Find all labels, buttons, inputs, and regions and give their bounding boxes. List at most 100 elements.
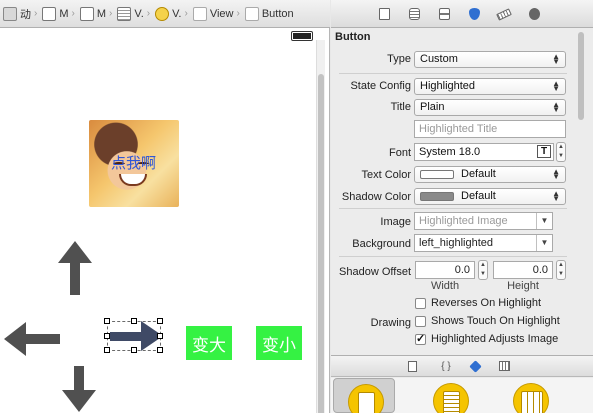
media-library-tab[interactable] xyxy=(499,361,511,373)
font-size-stepper[interactable]: ▲ ▼ xyxy=(556,142,566,162)
breadcrumb-label: M xyxy=(59,7,69,20)
object-library-tab[interactable] xyxy=(469,360,482,373)
shadow-offset-height-field[interactable]: 0.0 xyxy=(493,261,553,279)
font-field[interactable]: System 18.0 T xyxy=(414,143,554,161)
chevron-down-icon[interactable]: ▼ xyxy=(536,235,552,251)
utilities-inspector: Button Type Custom ▲ ▼ State Config Highl… xyxy=(331,0,593,413)
image-combo[interactable]: Highlighted Image ▼ xyxy=(414,212,553,230)
scrollbar-thumb[interactable] xyxy=(318,74,324,413)
attributes-inspector-tab[interactable] xyxy=(467,7,481,21)
object-library-grid xyxy=(331,378,593,413)
scene-icon xyxy=(155,6,170,21)
checkbox-box[interactable] xyxy=(415,297,426,309)
state-config-popup[interactable]: Highlighted ▲ ▼ xyxy=(414,78,566,95)
resize-handle[interactable] xyxy=(131,318,137,324)
folder-icon xyxy=(3,6,17,21)
chevron-down-icon[interactable]: ▼ xyxy=(536,213,552,229)
resize-handle[interactable] xyxy=(157,318,163,324)
quick-help-tab[interactable] xyxy=(407,7,421,21)
resize-handle[interactable] xyxy=(104,318,110,324)
breadcrumb-item[interactable]: View › xyxy=(192,4,244,24)
state-config-value: Highlighted xyxy=(420,80,476,92)
resize-handle[interactable] xyxy=(104,347,110,353)
resize-handle[interactable] xyxy=(131,347,137,353)
file-template-tab[interactable] xyxy=(408,361,420,373)
updown-chevron-icon: ▲ ▼ xyxy=(552,52,560,66)
resize-handle[interactable] xyxy=(157,333,163,339)
breadcrumb-label: 动 xyxy=(20,8,31,21)
shadow-offset-height-stepper[interactable]: ▲ ▼ xyxy=(556,260,566,280)
inspector-tab-bar xyxy=(331,0,593,28)
type-popup[interactable]: Custom ▲ ▼ xyxy=(414,51,566,68)
section-title: Button xyxy=(335,31,371,43)
file-inspector-tab[interactable] xyxy=(377,7,391,21)
chevron-right-icon: › xyxy=(146,8,151,19)
checkbox-label: Highlighted Adjusts Image xyxy=(431,333,559,345)
identity-icon xyxy=(438,8,450,20)
file-icon xyxy=(42,6,57,21)
button-icon xyxy=(244,6,259,21)
state-config-label: State Config xyxy=(350,80,411,92)
checkbox-box-checked[interactable] xyxy=(415,332,426,345)
shadow-offset-width-field[interactable]: 0.0 xyxy=(415,261,475,279)
arrow-up-button[interactable] xyxy=(58,241,92,295)
enlarge-button[interactable]: 变大 xyxy=(186,326,232,360)
inspector-scrollbar[interactable] xyxy=(576,32,585,347)
library-item-table-view-controller[interactable] xyxy=(419,378,481,413)
text-color-popup[interactable]: Default ▲ ▼ xyxy=(414,166,566,183)
image-button[interactable]: 点我啊 xyxy=(89,120,179,207)
breadcrumb-item[interactable]: M › xyxy=(79,4,117,24)
divider xyxy=(339,73,567,74)
icon-inner xyxy=(521,391,543,413)
connections-inspector-tab[interactable] xyxy=(527,7,541,21)
shadow-offset-width-stepper[interactable]: ▲ ▼ xyxy=(478,260,488,280)
drawing-label: Drawing xyxy=(370,317,411,329)
quick-help-icon xyxy=(408,8,420,20)
canvas-scrollbar[interactable] xyxy=(316,40,325,413)
chevron-right-icon: › xyxy=(184,8,188,19)
breadcrumb-label: V. xyxy=(172,7,182,20)
file-template-icon xyxy=(408,361,417,372)
breadcrumb-item[interactable]: 动 › xyxy=(2,4,41,24)
breadcrumb-item[interactable]: M › xyxy=(41,4,79,24)
size-inspector-tab[interactable] xyxy=(496,7,512,21)
image-button-label: 点我啊 xyxy=(111,155,157,172)
library-item-view-controller[interactable] xyxy=(333,378,395,413)
reverses-on-highlight-checkbox[interactable]: Reverses On Highlight xyxy=(415,297,541,309)
title-type-popup[interactable]: Plain ▲ ▼ xyxy=(414,99,566,116)
color-swatch xyxy=(420,192,454,201)
breadcrumb-item[interactable]: V. › xyxy=(116,4,154,24)
divider xyxy=(339,208,567,209)
breadcrumb-item[interactable]: V. › xyxy=(154,4,192,24)
shadow-color-value: Default xyxy=(461,190,496,202)
resize-handle[interactable] xyxy=(157,347,163,353)
ruler-icon xyxy=(496,7,512,21)
shrink-button[interactable]: 变小 xyxy=(256,326,302,360)
shadow-color-label: Shadow Color xyxy=(341,191,411,203)
width-caption: Width xyxy=(430,280,460,292)
title-label: Title xyxy=(390,101,411,113)
object-icon xyxy=(469,360,482,373)
code-snippet-tab[interactable]: { } xyxy=(437,361,455,373)
face-smile xyxy=(119,174,147,186)
storyboard-editor: 动 › M › M › V. › V. › View › Button 点我啊 … xyxy=(0,0,330,413)
arrow-down-button[interactable] xyxy=(62,366,96,413)
resize-handle[interactable] xyxy=(104,333,110,339)
connections-icon xyxy=(528,8,540,20)
scrollbar-thumb[interactable] xyxy=(578,32,584,120)
font-value: System 18.0 xyxy=(419,146,481,158)
background-combo[interactable]: left_highlighted ▼ xyxy=(414,234,553,252)
adjusts-image-checkbox[interactable]: Highlighted Adjusts Image xyxy=(415,332,559,345)
title-field[interactable]: Highlighted Title xyxy=(414,120,566,138)
breadcrumb-item[interactable]: Button xyxy=(244,4,295,24)
arrow-left-button[interactable] xyxy=(4,322,60,356)
arrow-shaft xyxy=(70,259,80,295)
identity-inspector-tab[interactable] xyxy=(437,7,451,21)
shows-touch-checkbox[interactable]: Shows Touch On Highlight xyxy=(415,315,560,327)
font-picker-icon[interactable]: T xyxy=(537,145,551,158)
checkbox-box[interactable] xyxy=(415,315,426,327)
shadow-color-popup[interactable]: Default ▲ ▼ xyxy=(414,188,566,205)
library-item-collection-view-controller[interactable] xyxy=(499,378,561,413)
icon-inner xyxy=(443,391,460,413)
attributes-icon xyxy=(468,8,480,20)
